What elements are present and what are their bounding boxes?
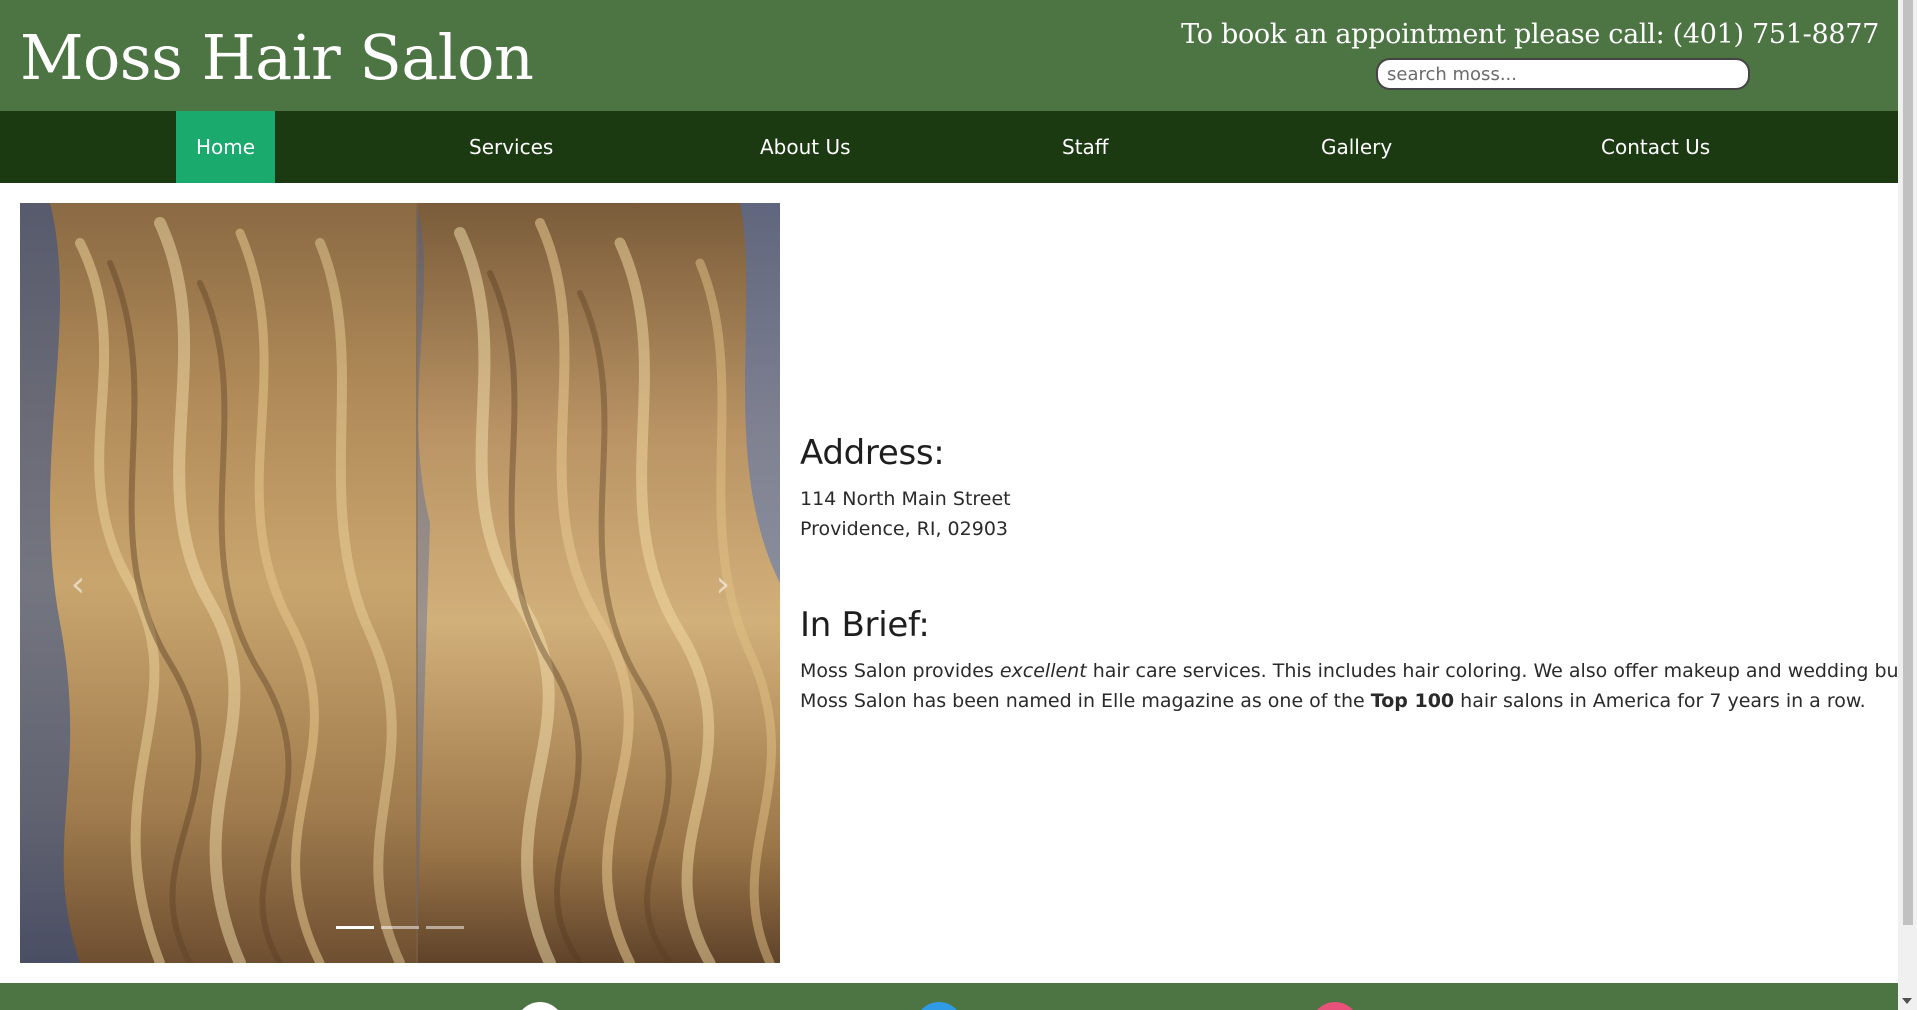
address-line-1: 114 North Main Street	[800, 488, 1011, 510]
brief-p1-text-a: Moss Salon provides	[800, 660, 1000, 682]
nav-item-home[interactable]: Home	[176, 111, 276, 183]
brief-p2-text-b: hair salons in America for 7 years in a …	[1454, 690, 1866, 712]
brief-p2-strong: Top 100	[1370, 690, 1455, 712]
vertical-scrollbar[interactable]	[1898, 0, 1917, 1010]
address-line-2: Providence, RI, 02903	[800, 518, 1008, 540]
page: Moss Hair Salon To book an appointment p…	[0, 0, 1898, 1010]
carousel-next-control[interactable]: ›	[703, 555, 743, 615]
carousel-indicator-2[interactable]	[381, 926, 419, 929]
scroll-down-arrow-icon[interactable]	[1902, 998, 1912, 1004]
carousel-prev-control[interactable]: ‹	[58, 555, 98, 615]
carousel-indicator-3[interactable]	[426, 926, 464, 929]
chevron-right-icon: ›	[715, 564, 731, 605]
main-nav: Home Services About Us Staff Gallery Con…	[0, 111, 1898, 183]
nav-item-services[interactable]: Services	[449, 111, 573, 183]
brief-heading: In Brief:	[800, 605, 930, 645]
nav-item-contact-us[interactable]: Contact Us	[1581, 111, 1730, 183]
scrollbar-thumb[interactable]	[1903, 0, 1913, 925]
site-footer	[0, 983, 1898, 1010]
circle-white-icon[interactable]	[516, 1002, 564, 1010]
address-heading: Address:	[800, 433, 945, 473]
brief-paragraph-1: Moss Salon provides excellent hair care …	[800, 656, 1898, 686]
circle-pink-icon[interactable]	[1311, 1002, 1359, 1010]
hair-image-carousel[interactable]	[20, 203, 780, 963]
site-title[interactable]: Moss Hair Salon	[20, 20, 534, 96]
brief-paragraph-2: Moss Salon has been named in Elle magazi…	[800, 686, 1866, 716]
nav-item-staff[interactable]: Staff	[1042, 111, 1129, 183]
carousel-slide-image	[20, 203, 780, 963]
nav-item-about-us[interactable]: About Us	[740, 111, 871, 183]
nav-item-gallery[interactable]: Gallery	[1301, 111, 1412, 183]
brief-p1-text-b: hair care services. This includes hair c…	[1086, 660, 1898, 682]
carousel-indicator-1[interactable]	[336, 926, 374, 929]
site-header: Moss Hair Salon To book an appointment p…	[0, 0, 1898, 111]
booking-phone-text: To book an appointment please call: (401…	[1181, 19, 1879, 50]
circle-blue-icon[interactable]	[915, 1002, 963, 1010]
chevron-left-icon: ‹	[70, 564, 86, 605]
brief-p1-emphasis: excellent	[999, 660, 1087, 682]
brief-p2-text-a: Moss Salon has been named in Elle magazi…	[800, 690, 1371, 712]
search-input[interactable]	[1376, 58, 1750, 90]
